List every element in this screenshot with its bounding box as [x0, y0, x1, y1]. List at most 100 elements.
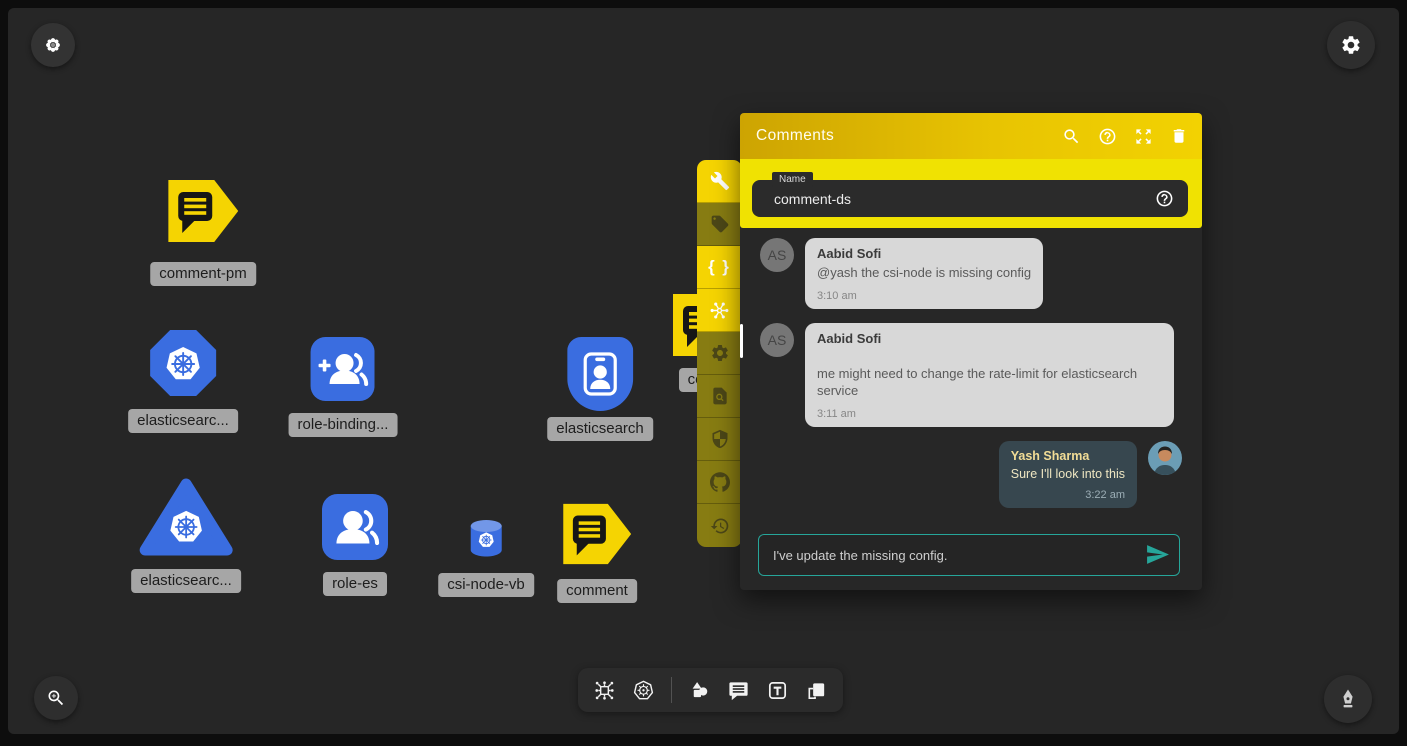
- meshery-logo-icon: [43, 35, 63, 55]
- toolbar-item-json[interactable]: { }: [697, 246, 742, 289]
- toolbar-item-shapes[interactable]: [688, 679, 711, 702]
- node-comment[interactable]: comment: [557, 501, 637, 603]
- node-action-toolbar: { }: [697, 160, 742, 547]
- message-author: Aabid Sofi: [817, 331, 1162, 346]
- toolbar-item-workflow[interactable]: [593, 679, 616, 702]
- name-field-label: Name: [772, 172, 813, 187]
- message-bubble: Aabid Sofi @yash the csi-node is missing…: [805, 238, 1043, 309]
- workflow-icon: [593, 679, 616, 702]
- wrench-icon: [710, 171, 730, 191]
- help-icon[interactable]: [1098, 127, 1117, 146]
- comment-shape-icon: [168, 180, 238, 242]
- toolbar-item-text[interactable]: [766, 679, 789, 702]
- node-label: role-binding...: [289, 413, 398, 437]
- name-input[interactable]: [752, 191, 1155, 207]
- name-field-section: Name: [740, 159, 1202, 228]
- message-bubble: Aabid Sofi me might need to change the r…: [805, 323, 1174, 427]
- toolbar-item-kubernetes[interactable]: [632, 679, 655, 702]
- gear-icon: [710, 343, 730, 363]
- node-label: csi-node-vb: [438, 573, 534, 597]
- kubernetes-octagon-icon: [149, 329, 217, 397]
- avatar: AS: [760, 323, 794, 357]
- toolbar-divider: [671, 677, 672, 703]
- message-text: @yash the csi-node is missing config: [817, 264, 1031, 281]
- toolbar-item-tags[interactable]: [697, 203, 742, 246]
- message-author: Yash Sharma: [1011, 449, 1125, 463]
- settings-button[interactable]: [1327, 21, 1375, 69]
- node-label: elasticsearch: [547, 417, 653, 441]
- toolbar-item-comment[interactable]: [727, 679, 750, 702]
- message-list[interactable]: AS Aabid Sofi @yash the csi-node is miss…: [740, 228, 1202, 534]
- message-bubble: Yash Sharma Sure I'll look into this 3:2…: [999, 441, 1137, 508]
- message-time: 3:10 am: [817, 290, 1031, 302]
- zoom-in-icon: [46, 688, 66, 708]
- toolbar-item-scan[interactable]: [697, 375, 742, 418]
- toolbar-item-github[interactable]: [697, 461, 742, 504]
- node-label: comment-pm: [150, 262, 256, 286]
- comment-icon: [727, 679, 750, 702]
- toolbar-item-history[interactable]: [697, 504, 742, 547]
- node-label: role-es: [323, 572, 387, 596]
- service-account-icon: [567, 337, 633, 411]
- hub-icon: [709, 300, 730, 321]
- toolbar-item-configure[interactable]: [697, 160, 742, 203]
- chat-input-row: [758, 534, 1180, 576]
- shapes-icon: [688, 679, 711, 702]
- node-label: comment: [557, 579, 637, 603]
- node-comment-pm[interactable]: comment-pm: [150, 180, 256, 286]
- trash-icon[interactable]: [1170, 127, 1188, 145]
- gear-icon: [1340, 34, 1362, 56]
- message-row: AS Aabid Sofi @yash the csi-node is miss…: [760, 238, 1182, 309]
- braces-icon: { }: [708, 257, 731, 277]
- github-icon: [710, 472, 730, 492]
- pen-nib-icon: [1336, 687, 1360, 711]
- message-author: Aabid Sofi: [817, 246, 1031, 261]
- note-icon: [805, 679, 828, 702]
- node-label: elasticsearc...: [131, 569, 241, 593]
- zoom-in-button[interactable]: [34, 676, 78, 720]
- history-icon: [710, 516, 730, 536]
- shape-toolbar: [578, 668, 843, 712]
- comments-panel-header: Comments: [740, 113, 1202, 159]
- chat-input[interactable]: [758, 534, 1180, 576]
- kubernetes-triangle-icon: [139, 477, 233, 557]
- kubernetes-icon: [632, 679, 655, 702]
- doc-search-icon: [710, 386, 730, 406]
- avatar-photo: [1148, 441, 1182, 475]
- node-elasticsearch-triangle[interactable]: elasticsearc...: [131, 477, 241, 593]
- tag-icon: [710, 214, 730, 234]
- toolbar-item-settings[interactable]: [697, 332, 742, 375]
- node-elasticsearch-serviceaccount[interactable]: elasticsearch: [547, 337, 653, 441]
- storage-cylinder-icon: [469, 519, 503, 557]
- app-window: comment-pm elasticsearc... role-binding.…: [0, 0, 1407, 746]
- shield-icon: [710, 429, 730, 449]
- message-text: Sure I'll look into this: [1011, 466, 1125, 483]
- message-text: me might need to change the rate-limit f…: [817, 365, 1162, 399]
- comments-panel: Comments Name: [740, 113, 1202, 590]
- toolbar-item-hub[interactable]: [697, 289, 742, 332]
- panel-title: Comments: [756, 127, 1062, 145]
- node-label: elasticsearc...: [128, 409, 238, 433]
- text-icon: [766, 679, 789, 702]
- name-help-icon[interactable]: [1155, 189, 1174, 208]
- name-field[interactable]: Name: [752, 180, 1188, 217]
- pen-tool-button[interactable]: [1324, 675, 1372, 723]
- scrollbar[interactable]: [740, 324, 743, 358]
- node-role-binding[interactable]: role-binding...: [289, 337, 398, 437]
- send-icon[interactable]: [1145, 542, 1170, 572]
- toolbar-item-note[interactable]: [805, 679, 828, 702]
- toolbar-item-security[interactable]: [697, 418, 742, 461]
- expand-icon[interactable]: [1134, 127, 1153, 146]
- node-role-es[interactable]: role-es: [322, 494, 388, 596]
- app-logo-button[interactable]: [31, 23, 75, 67]
- role-icon: [322, 494, 388, 560]
- comment-shape-icon: [563, 501, 631, 567]
- message-time: 3:22 am: [1011, 489, 1125, 501]
- message-row: AS Aabid Sofi me might need to change th…: [760, 323, 1182, 427]
- role-binding-icon: [311, 337, 375, 401]
- node-csi-node-vb[interactable]: csi-node-vb: [438, 519, 534, 597]
- message-row: Yash Sharma Sure I'll look into this 3:2…: [760, 441, 1182, 508]
- avatar: AS: [760, 238, 794, 272]
- search-icon[interactable]: [1062, 127, 1081, 146]
- node-elasticsearch-octagon[interactable]: elasticsearc...: [128, 329, 238, 433]
